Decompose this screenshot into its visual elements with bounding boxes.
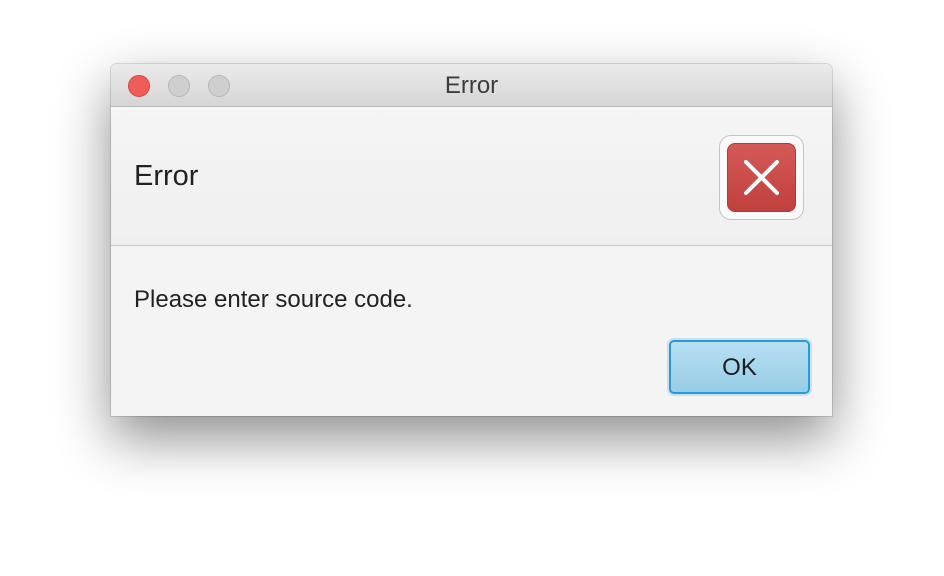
window-title: Error: [444, 72, 499, 99]
desktop-background: Error Error Please enter source code. OK: [0, 0, 944, 576]
error-icon-frame: [719, 135, 804, 220]
dialog-header: Error: [111, 107, 832, 246]
error-x-icon: [727, 143, 796, 212]
error-dialog-window: Error Error Please enter source code. OK: [111, 64, 832, 416]
dialog-message: Please enter source code.: [134, 286, 413, 313]
title-bar[interactable]: Error: [111, 64, 832, 107]
ok-button[interactable]: OK: [669, 340, 810, 394]
dialog-header-text: Error: [134, 160, 199, 192]
